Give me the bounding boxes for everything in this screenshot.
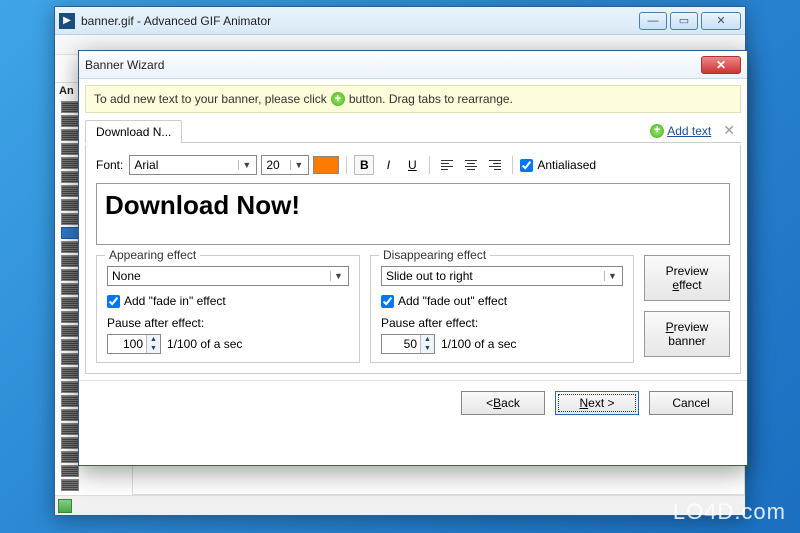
hint-text-after: button. Drag tabs to rearrange. xyxy=(349,92,513,106)
hint-text-before: To add new text to your banner, please c… xyxy=(94,92,327,106)
frame-thumb[interactable] xyxy=(61,129,79,141)
frame-thumb[interactable] xyxy=(61,241,79,253)
wizard-nav: < Back Next > Cancel xyxy=(79,380,747,425)
pause-label: Pause after effect: xyxy=(107,316,204,330)
frame-thumb[interactable] xyxy=(61,423,79,435)
dialog-close-button[interactable]: ✕ xyxy=(701,56,741,74)
underline-button[interactable]: U xyxy=(402,155,422,175)
group-title: Disappearing effect xyxy=(379,248,490,262)
frame-thumb[interactable] xyxy=(61,297,79,309)
font-family-combo[interactable]: Arial ▼ xyxy=(129,155,257,175)
disappearing-pause-input[interactable]: ▲▼ xyxy=(381,334,435,354)
group-title: Appearing effect xyxy=(105,248,200,262)
tab-close-icon[interactable]: ✕ xyxy=(717,122,741,139)
text-preview[interactable]: Download Now! xyxy=(96,183,730,245)
watermark: LO4D.com xyxy=(673,499,786,525)
frame-thumb[interactable] xyxy=(61,325,79,337)
next-button[interactable]: Next > xyxy=(555,391,639,415)
frame-thumb[interactable] xyxy=(61,143,79,155)
preview-effect-button[interactable]: Previeweffect xyxy=(644,255,730,301)
frame-thumb[interactable] xyxy=(61,353,79,365)
chevron-down-icon: ▼ xyxy=(330,271,346,281)
frame-thumb[interactable] xyxy=(61,115,79,127)
plus-icon: + xyxy=(331,92,345,106)
spinner-buttons[interactable]: ▲▼ xyxy=(420,335,434,353)
chevron-down-icon: ▼ xyxy=(604,271,620,281)
appearing-effect-group: Appearing effect None ▼ Add "fade in" ef… xyxy=(96,255,360,363)
disappearing-effect-group: Disappearing effect Slide out to right ▼… xyxy=(370,255,634,363)
fade-out-check-input[interactable] xyxy=(381,295,394,308)
align-left-button[interactable] xyxy=(437,155,457,175)
frame-thumb[interactable] xyxy=(61,199,79,211)
app-icon: ▶ xyxy=(59,13,75,29)
dialog-titlebar: Banner Wizard ✕ xyxy=(79,51,747,79)
align-right-button[interactable] xyxy=(485,155,505,175)
frame-thumb[interactable] xyxy=(61,213,79,225)
separator xyxy=(346,156,347,174)
hint-bar: To add new text to your banner, please c… xyxy=(85,85,741,113)
antialiased-check-input[interactable] xyxy=(520,159,533,172)
tab-content: Font: Arial ▼ 20 ▼ B I U xyxy=(85,145,741,374)
plus-icon: + xyxy=(650,124,664,138)
separator xyxy=(429,156,430,174)
pause-unit: 1/100 of a sec xyxy=(441,337,516,351)
appearing-effect-combo[interactable]: None ▼ xyxy=(107,266,349,286)
main-window-title: banner.gif - Advanced GIF Animator xyxy=(81,14,639,28)
frame-thumb[interactable] xyxy=(61,311,79,323)
fade-out-checkbox[interactable]: Add "fade out" effect xyxy=(381,294,507,308)
add-text-link[interactable]: Add text xyxy=(667,124,711,138)
frame-thumb[interactable] xyxy=(61,381,79,393)
spinner-buttons[interactable]: ▲▼ xyxy=(146,335,160,353)
minimize-button[interactable]: — xyxy=(639,12,667,30)
appearing-pause-input[interactable]: ▲▼ xyxy=(107,334,161,354)
frame-thumb[interactable] xyxy=(61,409,79,421)
disappearing-effect-combo[interactable]: Slide out to right ▼ xyxy=(381,266,623,286)
fade-in-checkbox[interactable]: Add "fade in" effect xyxy=(107,294,226,308)
preview-banner-button[interactable]: Previewbanner xyxy=(644,311,730,357)
font-toolbar: Font: Arial ▼ 20 ▼ B I U xyxy=(96,155,730,175)
chevron-down-icon: ▼ xyxy=(238,160,254,170)
frame-thumb[interactable] xyxy=(61,269,79,281)
banner-wizard-dialog: Banner Wizard ✕ To add new text to your … xyxy=(78,50,748,466)
frame-thumb[interactable] xyxy=(61,395,79,407)
frame-thumb[interactable] xyxy=(61,479,79,491)
separator xyxy=(512,156,513,174)
pause-unit: 1/100 of a sec xyxy=(167,337,242,351)
frame-thumb-selected[interactable] xyxy=(61,227,79,239)
frame-thumb[interactable] xyxy=(61,465,79,477)
frame-thumb[interactable] xyxy=(61,185,79,197)
frame-thumb[interactable] xyxy=(61,101,79,113)
frame-thumb[interactable] xyxy=(61,339,79,351)
frame-thumb[interactable] xyxy=(61,367,79,379)
frame-thumb[interactable] xyxy=(61,451,79,463)
font-size-combo[interactable]: 20 ▼ xyxy=(261,155,309,175)
main-titlebar: ▶ banner.gif - Advanced GIF Animator — ▭… xyxy=(55,7,745,35)
back-button[interactable]: < Back xyxy=(461,391,545,415)
status-icon xyxy=(58,499,72,513)
antialiased-checkbox[interactable]: Antialiased xyxy=(520,158,596,172)
frame-thumb[interactable] xyxy=(61,255,79,267)
frame-thumb[interactable] xyxy=(61,171,79,183)
tab-row: Download N... + Add text ✕ xyxy=(85,119,741,143)
status-bar xyxy=(55,495,745,515)
fade-in-check-input[interactable] xyxy=(107,295,120,308)
maximize-button[interactable]: ▭ xyxy=(670,12,698,30)
italic-button[interactable]: I xyxy=(378,155,398,175)
disappearing-pause-field[interactable] xyxy=(382,335,420,353)
bold-button[interactable]: B xyxy=(354,155,374,175)
pause-label: Pause after effect: xyxy=(381,316,478,330)
frame-thumb[interactable] xyxy=(61,437,79,449)
frame-thumb[interactable] xyxy=(61,283,79,295)
cancel-button[interactable]: Cancel xyxy=(649,391,733,415)
appearing-pause-field[interactable] xyxy=(108,335,146,353)
close-button[interactable]: ✕ xyxy=(701,12,741,30)
frame-thumb[interactable] xyxy=(61,157,79,169)
font-color-swatch[interactable] xyxy=(313,156,339,174)
chevron-down-icon: ▼ xyxy=(290,160,306,170)
font-label: Font: xyxy=(96,158,123,172)
dialog-title: Banner Wizard xyxy=(85,58,701,72)
tab-download[interactable]: Download N... xyxy=(85,120,182,143)
align-center-button[interactable] xyxy=(461,155,481,175)
